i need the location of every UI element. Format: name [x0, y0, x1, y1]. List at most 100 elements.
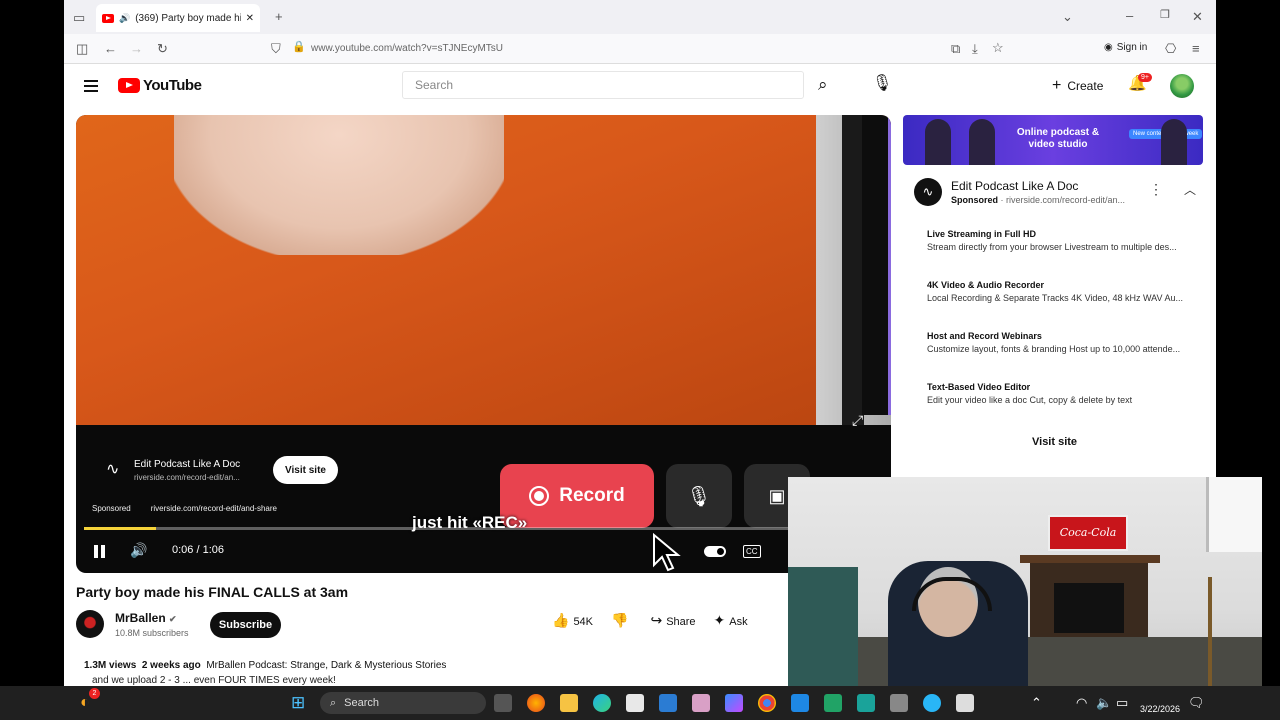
notification-icon[interactable]: 🗨	[1188, 696, 1205, 709]
webcam-fireplace	[1030, 563, 1148, 647]
task-view-icon[interactable]	[494, 694, 512, 712]
progress-bar[interactable]	[84, 527, 884, 530]
channel-avatar[interactable]	[76, 610, 104, 638]
speaker-icon[interactable]: 🔈	[1096, 696, 1112, 709]
address-bar-row: ◫ ← → ↻ ⛉ 🔒 www.youtube.com/watch?v=sTJN…	[64, 34, 1216, 64]
battery-icon[interactable]: ▭	[1116, 696, 1128, 709]
restore-icon[interactable]: ❐	[1160, 10, 1170, 21]
firefox-icon[interactable]	[527, 694, 545, 712]
riverside-logo-icon[interactable]: ∿	[914, 178, 942, 206]
hamburger-menu-icon[interactable]	[84, 80, 98, 92]
new-tab-icon[interactable]: +	[275, 10, 283, 23]
ad-feature-item[interactable]: 4K Video & Audio Recorder Local Recordin…	[927, 280, 1197, 303]
minimize-icon[interactable]: –	[1126, 9, 1133, 22]
taskbar-search[interactable]: ⌕ Search	[320, 692, 486, 714]
like-button[interactable]: 👍 54K	[552, 612, 593, 629]
autoplay-toggle[interactable]	[704, 546, 726, 557]
shield-icon[interactable]: ⛉	[271, 42, 281, 55]
sidebar-ad-sponsored: Sponsored · riverside.com/record-edit/an…	[951, 195, 1126, 205]
screen: ▭ 🔊 (369) Party boy made his FI ✕ + ⌄ – …	[0, 0, 1280, 720]
captions-icon[interactable]: CC	[743, 545, 761, 558]
feature-desc: Edit your video like a doc Cut, copy & d…	[927, 395, 1133, 405]
description-text: MrBallen Podcast: Strange, Dark & Myster…	[206, 660, 447, 671]
app-icon[interactable]	[956, 694, 974, 712]
sidebar-icon[interactable]: ◫	[76, 42, 88, 55]
store-icon[interactable]	[626, 694, 644, 712]
windows-start-icon[interactable]: ⊞	[291, 694, 305, 711]
subscriber-count: 10.8M subscribers	[115, 628, 189, 638]
video-frame	[76, 115, 891, 425]
url-field[interactable]: www.youtube.com/watch?v=sTJNEcyMTsU	[311, 43, 503, 54]
ad-feature-item[interactable]: Text-Based Video Editor Edit your video …	[927, 382, 1197, 405]
taskbar-search-label: Search	[344, 697, 380, 709]
close-tab-icon[interactable]: ✕	[246, 13, 254, 24]
edge-icon[interactable]	[593, 694, 611, 712]
menu-icon[interactable]: ≡	[1192, 42, 1200, 55]
lock-icon[interactable]: 🔒	[292, 42, 306, 53]
copilot-icon[interactable]	[725, 694, 743, 712]
tab-strip: ▭ 🔊 (369) Party boy made his FI ✕ + ⌄ – …	[64, 0, 1216, 34]
visit-site-button[interactable]: Visit site	[273, 456, 338, 484]
search-icon[interactable]: ⌕	[818, 76, 828, 93]
extensions-icon[interactable]: ⎔	[1165, 42, 1176, 55]
ad-name: Edit Podcast Like A Doc	[134, 459, 241, 470]
ad-feature-item[interactable]: Host and Record Webinars Customize layou…	[927, 331, 1197, 354]
plus-icon: +	[1052, 77, 1062, 94]
widgets-badge: 2	[89, 688, 100, 699]
taskbar-date[interactable]: 3/22/2026	[1140, 704, 1180, 714]
ad-banner[interactable]: Online podcast & video studio New conten…	[903, 115, 1203, 165]
bookmark-star-icon[interactable]: ☆	[992, 41, 1004, 54]
forward-icon[interactable]: →	[130, 42, 143, 55]
more-options-icon[interactable]: ⋮	[1149, 181, 1163, 198]
description-box[interactable]: 1.3M views 2 weeks ago MrBallen Podcast:…	[84, 660, 446, 671]
sidebar-visit-site-button[interactable]: Visit site	[1032, 436, 1077, 448]
ask-button[interactable]: ✦ Ask	[714, 612, 748, 629]
pause-icon[interactable]	[94, 545, 105, 558]
browser-tab[interactable]: 🔊 (369) Party boy made his FI ✕	[96, 4, 260, 32]
wifi-icon[interactable]: ◠	[1076, 696, 1087, 709]
dislike-button[interactable]: 👎	[611, 612, 632, 629]
sidebar-ad-name[interactable]: Edit Podcast Like A Doc	[951, 179, 1078, 193]
sponsored-url[interactable]: riverside.com/record-edit/and-share	[151, 504, 277, 513]
sidebar-ad-header: ∿ Edit Podcast Like A Doc Sponsored · ri…	[914, 176, 1204, 210]
thumbs-up-icon: 👍	[552, 612, 570, 628]
app-icon[interactable]	[923, 694, 941, 712]
file-explorer-icon[interactable]	[560, 694, 578, 712]
chevron-down-icon[interactable]: ⌄	[1062, 10, 1073, 23]
excel-icon[interactable]	[824, 694, 842, 712]
app-icon[interactable]	[659, 694, 677, 712]
picture-in-picture-icon[interactable]: ⧉	[951, 42, 960, 55]
chevron-up-icon[interactable]: ︿	[1184, 181, 1196, 198]
channel-name[interactable]: MrBallen ✔	[115, 611, 177, 625]
create-label: Create	[1067, 79, 1104, 93]
widgets-icon[interactable]: ◐	[80, 695, 90, 711]
sign-in-button[interactable]: ◉ Sign in	[1104, 42, 1147, 53]
close-window-icon[interactable]: ✕	[1192, 10, 1203, 23]
microphone-icon[interactable]: 🎙	[872, 76, 892, 92]
banner-text: Online podcast & video studio	[1016, 127, 1100, 150]
app-icon[interactable]	[890, 694, 908, 712]
app-icon[interactable]	[692, 694, 710, 712]
youtube-logo[interactable]: YouTube	[118, 77, 202, 94]
back-icon[interactable]: ←	[104, 42, 117, 55]
app-icon[interactable]	[791, 694, 809, 712]
avatar[interactable]	[1170, 74, 1194, 98]
banner-person	[969, 119, 995, 165]
ad-feature-item[interactable]: Live Streaming in Full HD Stream directl…	[927, 229, 1197, 252]
reload-icon[interactable]: ↻	[157, 42, 168, 55]
save-page-icon[interactable]: ⤓	[972, 42, 978, 55]
tab-title: (369) Party boy made his FI	[135, 12, 240, 24]
create-button[interactable]: + Create	[1052, 77, 1103, 95]
volume-icon[interactable]: 🔊	[130, 542, 147, 559]
video-player[interactable]: ⤢ ∿ Edit Podcast Like A Doc riverside.co…	[76, 115, 891, 573]
share-button[interactable]: ↪ Share	[650, 612, 695, 629]
tab-list-icon[interactable]: ▭	[73, 11, 85, 24]
chevron-up-icon[interactable]: ⌃	[1031, 696, 1042, 709]
video-mic-icon: 🎙	[666, 464, 732, 528]
chrome-icon[interactable]	[758, 694, 776, 712]
subscribe-button[interactable]: Subscribe	[210, 612, 281, 638]
expand-icon[interactable]: ⤢	[852, 413, 863, 427]
search-input[interactable]: Search	[402, 71, 804, 99]
app-icon[interactable]	[857, 694, 875, 712]
speaker-icon[interactable]: 🔊	[119, 13, 130, 24]
